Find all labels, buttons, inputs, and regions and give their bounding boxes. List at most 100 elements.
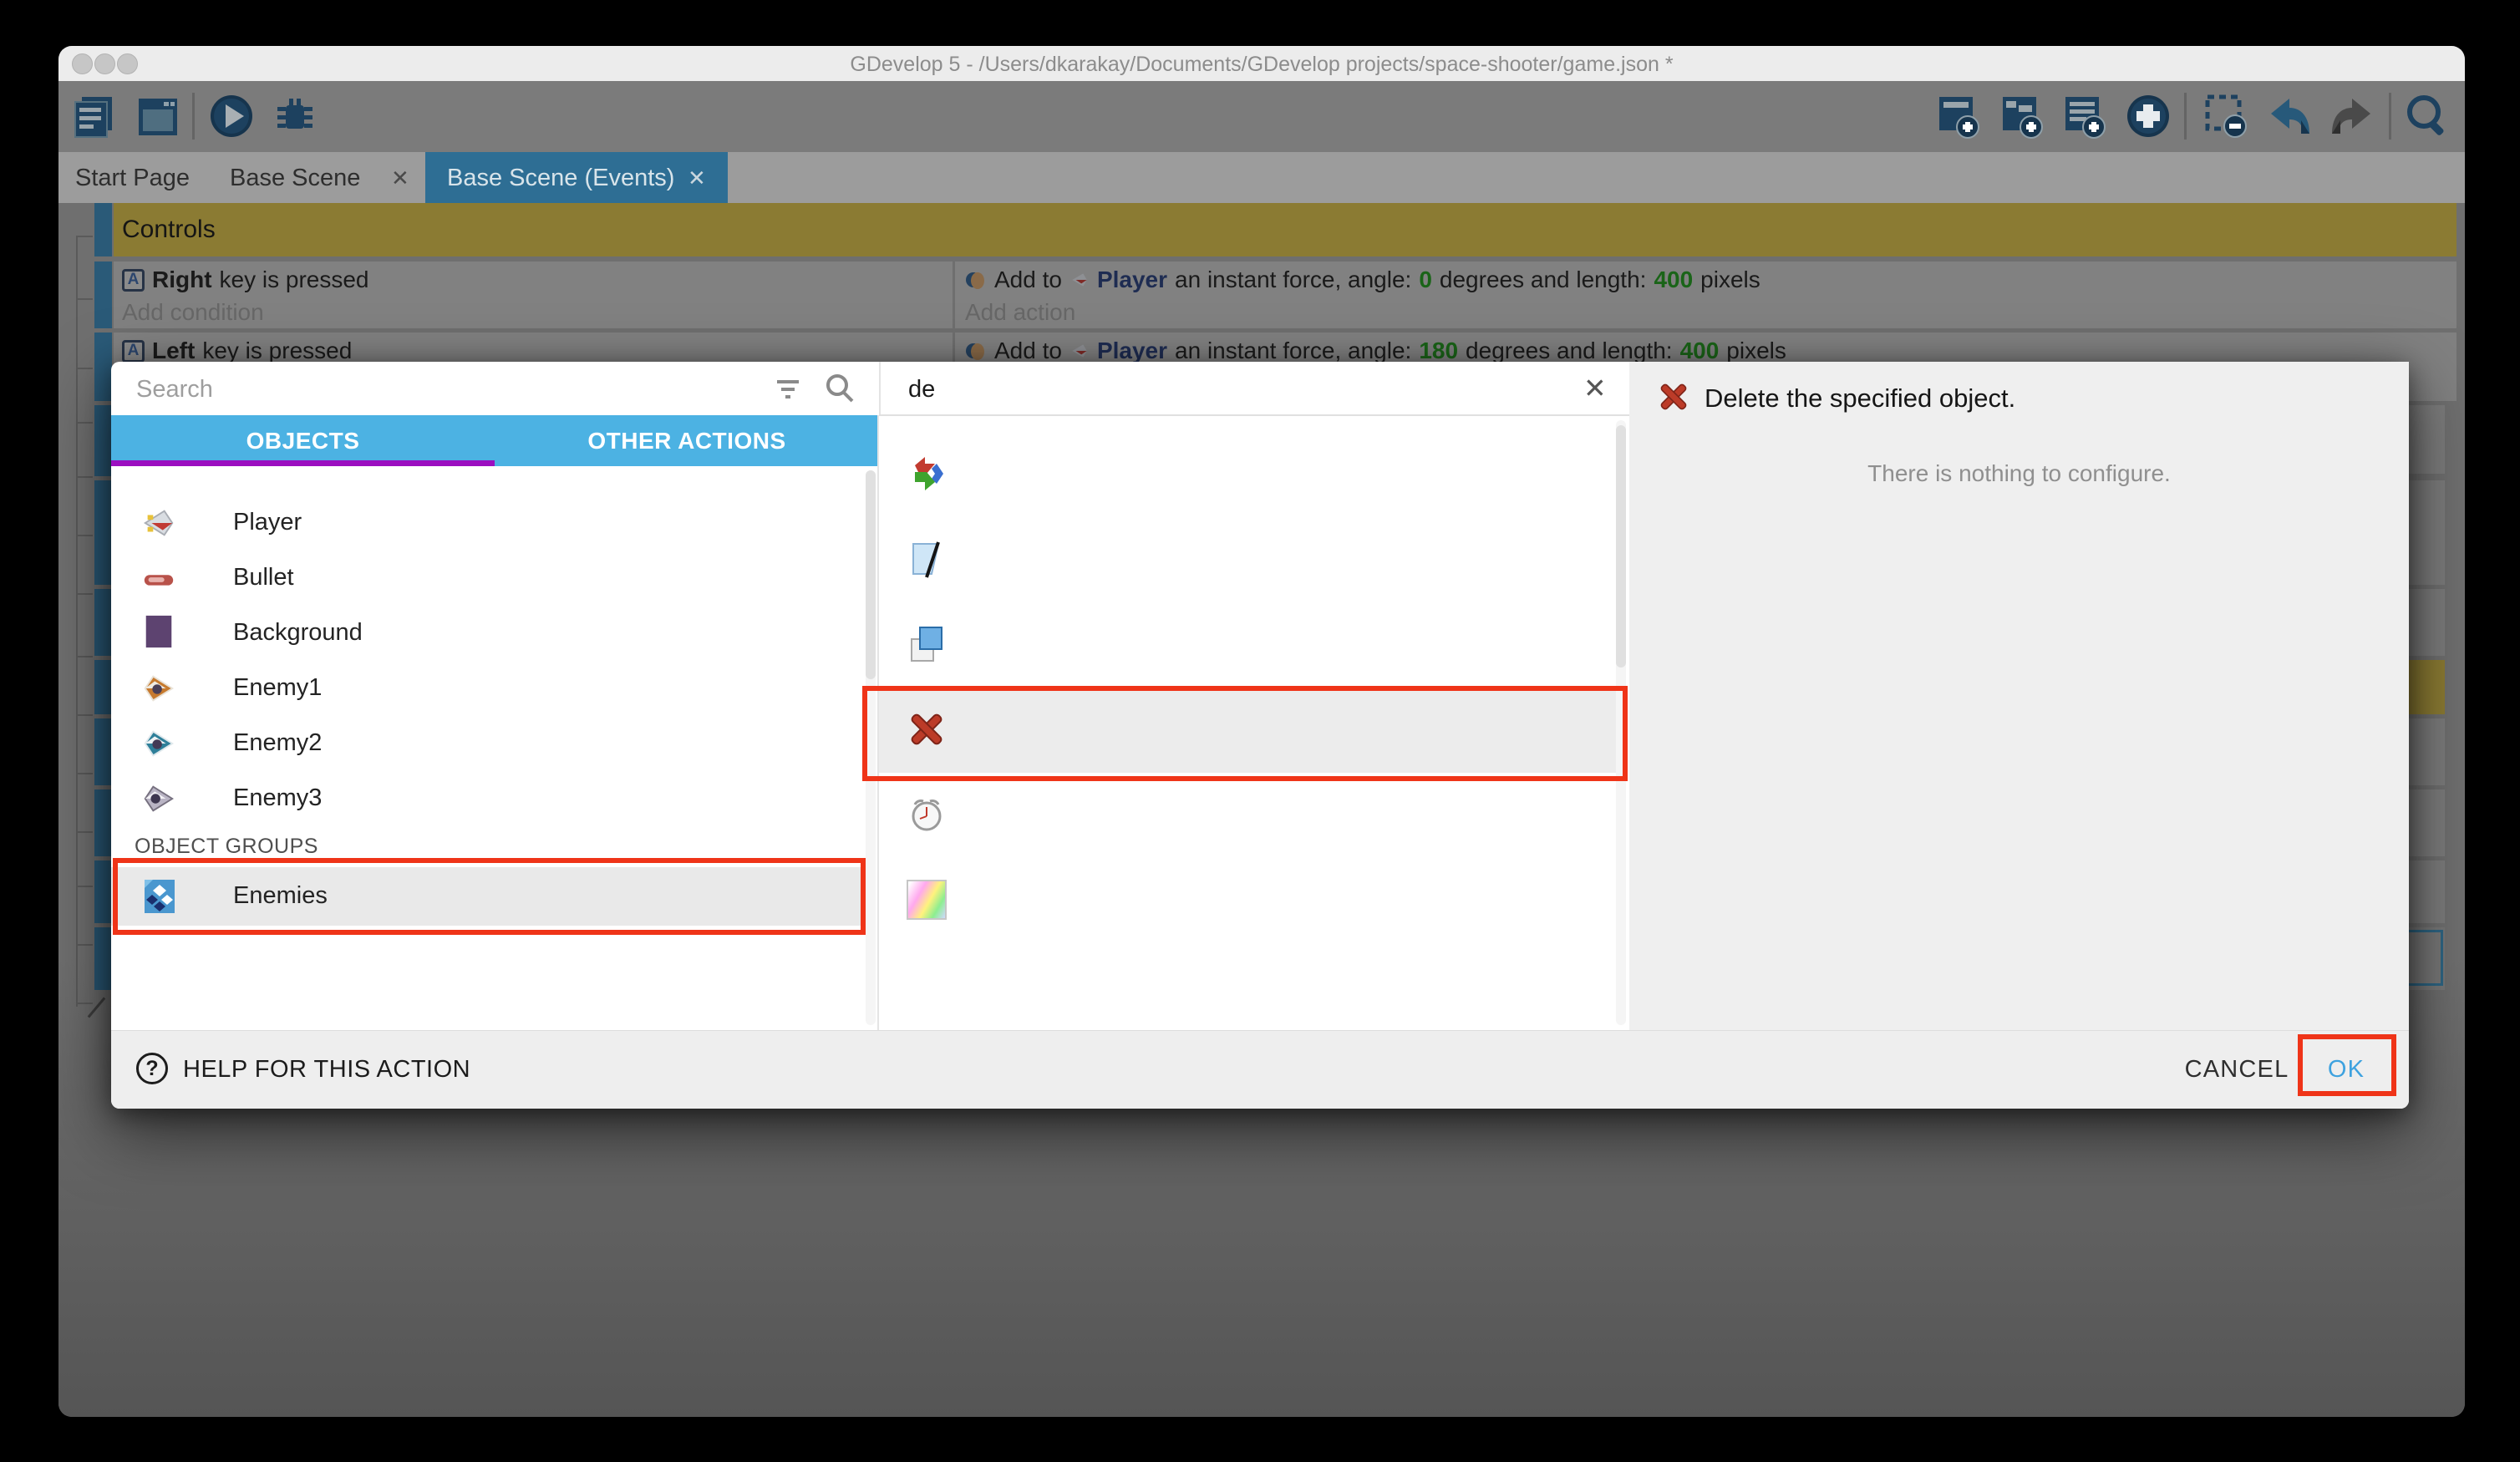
object-groups-header: OBJECT GROUPS	[135, 835, 318, 859]
hide-visibility-icon	[907, 539, 947, 579]
action-object-ref: Player	[1097, 338, 1167, 364]
annotation-box-ok	[2298, 1034, 2396, 1096]
condition-param: Left	[152, 338, 195, 364]
nothing-to-configure-text: There is nothing to configure.	[1629, 460, 2409, 487]
event-tree-tick	[76, 236, 93, 237]
tab-close-icon[interactable]: ✕	[688, 165, 706, 191]
player-object-icon	[1069, 270, 1090, 290]
add-subevent-icon[interactable]	[1996, 92, 2045, 140]
object-search-input[interactable]	[135, 368, 756, 410]
enemy1-ship-icon	[141, 671, 176, 706]
annotation-box-delete-object	[862, 686, 1628, 781]
tab-base-scene-events[interactable]: Base Scene (Events) ✕	[425, 152, 728, 203]
add-condition-link[interactable]: Add condition	[122, 299, 264, 326]
action-text: Add to	[994, 338, 1062, 364]
cancel-button[interactable]: CANCEL	[2173, 1056, 2300, 1084]
search-divider	[879, 414, 1629, 416]
search-icon	[823, 372, 856, 405]
add-comment-icon[interactable]	[2059, 92, 2107, 140]
toolbar-separator	[2184, 93, 2187, 140]
tab-start-page[interactable]: Start Page	[75, 165, 190, 192]
enemy2-ship-icon	[141, 726, 176, 761]
tab-base-scene-close-icon[interactable]: ✕	[391, 165, 409, 191]
action-row-blend-mode[interactable]: Blend mode Effects	[879, 858, 1618, 943]
object-row-player[interactable]: Player	[111, 495, 866, 551]
object-label: Player	[233, 509, 302, 536]
toolbar-separator	[2389, 93, 2391, 140]
force-hand-icon	[965, 269, 987, 291]
actions-cell[interactable]: Add to Player an instant force, angle: 0…	[955, 261, 2456, 328]
event-selection-bar	[94, 203, 112, 256]
delete-x-icon	[1657, 380, 1690, 414]
object-row-bullet[interactable]: Bullet	[111, 551, 866, 606]
action-search-input[interactable]	[907, 368, 1545, 410]
object-label: Enemy1	[233, 674, 322, 702]
document-tabs: Start Page Base Scene ✕ Base Scene (Even…	[58, 152, 2465, 203]
object-row-enemy2[interactable]: Enemy2	[111, 716, 866, 771]
add-action-link[interactable]: Add action	[965, 299, 1075, 326]
z-order-icon	[907, 624, 947, 664]
project-manager-icon[interactable]	[70, 92, 119, 140]
instruction-editor-dialog: ✕ OBJECTS OTHER ACTIONS Player Bullet	[111, 362, 2409, 1109]
event-tree-line	[76, 236, 78, 1007]
window-title: GDevelop 5 - /Users/dkarakay/Documents/G…	[58, 53, 2465, 77]
annotation-box-enemies	[113, 858, 866, 935]
tab-label: Base Scene (Events)	[447, 165, 674, 192]
timer-icon	[907, 794, 947, 835]
search-events-icon[interactable]	[2403, 92, 2451, 140]
screen: GDevelop 5 - /Users/dkarakay/Documents/G…	[0, 0, 2520, 1462]
undo-icon[interactable]	[2264, 92, 2313, 140]
add-event-icon[interactable]	[1933, 92, 1981, 140]
action-row-hide[interactable]: Hide Visibility	[879, 517, 1618, 602]
comment-text: Controls	[122, 216, 216, 244]
tab-objects[interactable]: OBJECTS	[111, 415, 495, 466]
main-toolbar	[58, 81, 2465, 152]
tab-base-scene[interactable]: Base Scene	[230, 165, 360, 192]
object-label: Background	[233, 619, 363, 647]
object-label: Enemy3	[233, 784, 322, 812]
debug-icon[interactable]	[271, 92, 319, 140]
event-fold-marker	[88, 998, 106, 1018]
action-angle-value: 180	[1419, 338, 1458, 364]
help-button[interactable]: HELP FOR THIS ACTION	[183, 1056, 470, 1084]
behavior-icon	[907, 454, 947, 494]
action-object-ref: Player	[1097, 267, 1167, 293]
tab-other-actions[interactable]: OTHER ACTIONS	[495, 415, 879, 466]
titlebar: GDevelop 5 - /Users/dkarakay/Documents/G…	[58, 46, 2465, 81]
object-label: Bullet	[233, 564, 294, 591]
action-row-delete-timer[interactable]: Delete a timer Timers	[879, 773, 1618, 858]
redo-icon[interactable]	[2329, 92, 2377, 140]
blend-mode-icon	[907, 880, 947, 920]
scene-editor-icon[interactable]	[134, 92, 182, 140]
keyboard-key-icon: A	[122, 340, 145, 363]
dialog-footer: ? HELP FOR THIS ACTION CANCEL OK	[111, 1030, 2409, 1109]
comment-row[interactable]: Controls	[114, 203, 2456, 256]
force-hand-icon	[965, 340, 987, 362]
object-label: Enemy2	[233, 729, 322, 757]
player-ship-icon	[141, 505, 176, 541]
action-length-value: 400	[1680, 338, 1720, 364]
condition-text: key is pressed	[220, 267, 369, 293]
filter-icon[interactable]	[775, 377, 804, 402]
action-angle-value: 0	[1419, 267, 1432, 293]
clear-search-icon[interactable]: ✕	[1583, 372, 1607, 404]
panel-divider	[879, 362, 881, 415]
action-row-z-order[interactable]: Z order Z order	[879, 602, 1618, 688]
chooser-tabs: OBJECTS OTHER ACTIONS	[111, 415, 879, 466]
add-circle-icon[interactable]	[2124, 92, 2172, 140]
app-window: GDevelop 5 - /Users/dkarakay/Documents/G…	[58, 46, 2465, 1417]
object-row-enemy3[interactable]: Enemy3	[111, 771, 866, 826]
condition-text: key is pressed	[202, 338, 352, 364]
action-row-deactivate-behavior[interactable]: De/activate a behavior Behaviors	[879, 432, 1618, 517]
action-length-value: 400	[1654, 267, 1693, 293]
active-tab-underline	[111, 460, 495, 466]
keyboard-key-icon: A	[122, 269, 145, 292]
delete-selection-icon[interactable]	[2201, 92, 2249, 140]
condition-param: Right	[152, 267, 212, 293]
action-detail-panel: Delete the specified object. There is no…	[1629, 362, 2409, 1030]
conditions-cell[interactable]: A Right key is pressed Add condition	[114, 261, 953, 328]
object-row-background[interactable]: Background	[111, 606, 866, 661]
object-row-enemy1[interactable]: Enemy1	[111, 661, 866, 716]
preview-play-icon[interactable]	[207, 92, 256, 140]
player-object-icon	[1069, 341, 1090, 361]
